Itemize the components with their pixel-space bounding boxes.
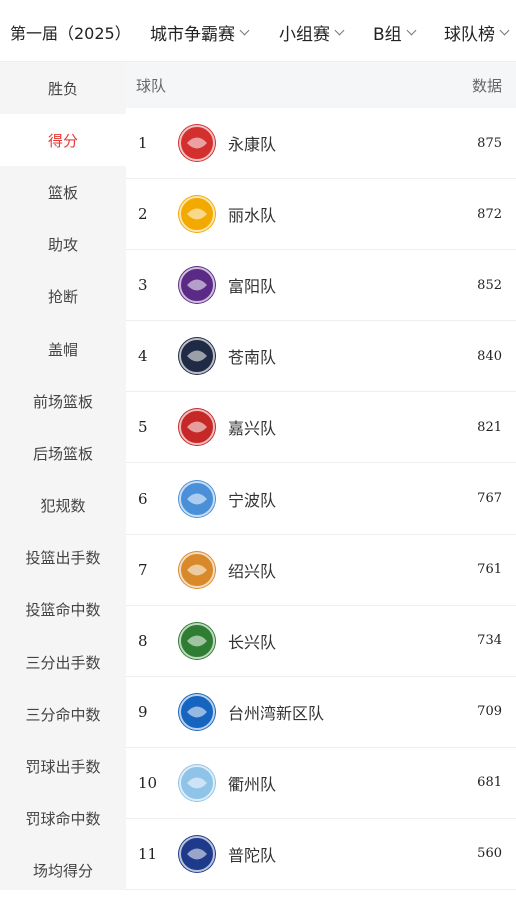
team-name: 宁波队	[228, 490, 277, 510]
sidebar-item[interactable]: 投篮命中数	[0, 584, 126, 636]
stat-category-sidebar: 胜负 得分 篮板 助攻 抢断 盖帽 前场篮板 后场篮板 犯规数 投篮出手数 投篮命中数 三分出手数 三分…	[0, 62, 126, 890]
team-name: 长兴队	[228, 632, 277, 652]
filter-competition-label: 城市争霸赛	[150, 25, 235, 45]
table-row[interactable]: 7 绍兴队 761	[126, 535, 516, 606]
sidebar-item[interactable]: 三分出手数	[0, 636, 126, 688]
team-name: 丽水队	[228, 206, 277, 226]
sidebar-item[interactable]: 罚球命中数	[0, 793, 126, 845]
shaoxing-logo-icon	[178, 550, 216, 589]
team-name: 富阳队	[228, 277, 277, 297]
sidebar-item[interactable]: 胜负	[0, 62, 126, 114]
table-row[interactable]: 4 苍南队 840	[126, 321, 516, 393]
table-row[interactable]: 10 衢州队 681	[126, 748, 516, 819]
stat-value: 872	[477, 206, 502, 222]
sidebar-item[interactable]: 犯规数	[0, 480, 126, 532]
sidebar-item[interactable]: 三分命中数	[0, 688, 126, 740]
stat-value: 560	[477, 846, 502, 862]
season-selector[interactable]: 第一届（2025）	[10, 20, 131, 44]
fuyang-logo-icon	[178, 266, 216, 305]
rank-number: 6	[138, 489, 148, 508]
lishui-logo-icon	[178, 195, 216, 234]
rank-number: 11	[138, 844, 158, 863]
rank-number: 10	[138, 773, 158, 792]
table-body: 1 永康队 875 2 丽水队 872 3 富阳队 852 4 苍南队 840 5 嘉兴队 821 6 宁波队 7…	[126, 108, 516, 891]
sidebar-item[interactable]: 罚球出手数	[0, 740, 126, 792]
team-name: 嘉兴队	[228, 419, 277, 439]
ningbo-logo-icon	[178, 479, 216, 518]
sidebar-item[interactable]: 抢断	[0, 271, 126, 323]
filter-stage-label: 小组赛	[279, 25, 330, 45]
table-row[interactable]: 6 宁波队 767	[126, 463, 516, 535]
table-row[interactable]: 1 永康队 875	[126, 108, 516, 180]
sidebar-item[interactable]: 前场篮板	[0, 375, 126, 427]
rank-number: 5	[138, 418, 148, 437]
cangnan-logo-icon	[178, 337, 216, 376]
stat-value: 840	[477, 348, 502, 364]
rank-number: 1	[138, 134, 148, 153]
column-team-header: 球队	[136, 76, 167, 95]
quzhou-logo-icon	[178, 763, 216, 802]
stat-value: 852	[477, 277, 502, 293]
table-row[interactable]: 3 富阳队 852	[126, 250, 516, 322]
chevron-down-icon	[406, 25, 417, 36]
rank-number: 3	[138, 276, 148, 295]
stat-value: 821	[477, 419, 502, 435]
stat-value: 709	[477, 704, 502, 720]
table-row[interactable]: 5 嘉兴队 821	[126, 392, 516, 464]
filter-group-label: B组	[373, 25, 402, 45]
top-filter-bar: 第一届（2025） 城市争霸赛 小组赛 B组 球队榜	[0, 0, 516, 62]
team-name: 衢州队	[228, 774, 277, 794]
chevron-down-icon	[239, 25, 250, 36]
jiaxing-logo-icon	[178, 408, 216, 447]
rank-number: 2	[138, 205, 148, 224]
filter-competition[interactable]: 城市争霸赛	[150, 20, 250, 45]
column-value-header: 数据	[471, 76, 502, 95]
sidebar-item[interactable]: 后场篮板	[0, 427, 126, 479]
filter-stage[interactable]: 小组赛	[279, 20, 345, 45]
sidebar-item[interactable]: 篮板	[0, 166, 126, 218]
chevron-down-icon	[334, 25, 345, 36]
sidebar-item[interactable]: 得分	[0, 114, 126, 167]
team-name: 苍南队	[228, 348, 277, 368]
table-row[interactable]: 9 台州湾新区队 709	[126, 677, 516, 748]
yongkang-logo-icon	[178, 124, 216, 163]
filter-board[interactable]: 球队榜	[444, 20, 510, 45]
table-row[interactable]: 11 普陀队 560	[126, 819, 516, 891]
ranking-table: 球队 数据 1 永康队 875 2 丽水队 872 3 富阳队 852 4 苍南队 840 5 嘉兴队 82…	[126, 62, 516, 891]
rank-number: 8	[138, 631, 148, 650]
sidebar-item[interactable]: 场均得分	[0, 845, 126, 897]
team-name: 台州湾新区队	[228, 703, 325, 723]
filter-board-label: 球队榜	[444, 25, 495, 45]
stat-value: 767	[477, 491, 502, 507]
sidebar-item[interactable]: 投篮出手数	[0, 532, 126, 584]
team-name: 绍兴队	[228, 561, 277, 581]
stat-value: 734	[477, 633, 502, 649]
stat-value: 875	[477, 135, 502, 151]
stat-value: 761	[477, 562, 502, 578]
taizhouwan-logo-icon	[178, 692, 216, 731]
table-header: 球队 数据	[126, 62, 516, 108]
rank-number: 4	[138, 347, 148, 366]
team-name: 永康队	[228, 135, 277, 155]
chevron-down-icon	[499, 25, 510, 36]
filter-group[interactable]: B组	[373, 20, 417, 45]
rank-number: 9	[138, 702, 148, 721]
stat-value: 681	[477, 775, 502, 791]
sidebar-item[interactable]: 盖帽	[0, 323, 126, 375]
putuo-logo-icon	[178, 834, 216, 873]
table-row[interactable]: 8 长兴队 734	[126, 606, 516, 677]
team-name: 普陀队	[228, 845, 277, 865]
rank-number: 7	[138, 560, 148, 579]
changxing-logo-icon	[178, 621, 216, 660]
table-row[interactable]: 2 丽水队 872	[126, 179, 516, 251]
sidebar-item[interactable]: 助攻	[0, 219, 126, 271]
